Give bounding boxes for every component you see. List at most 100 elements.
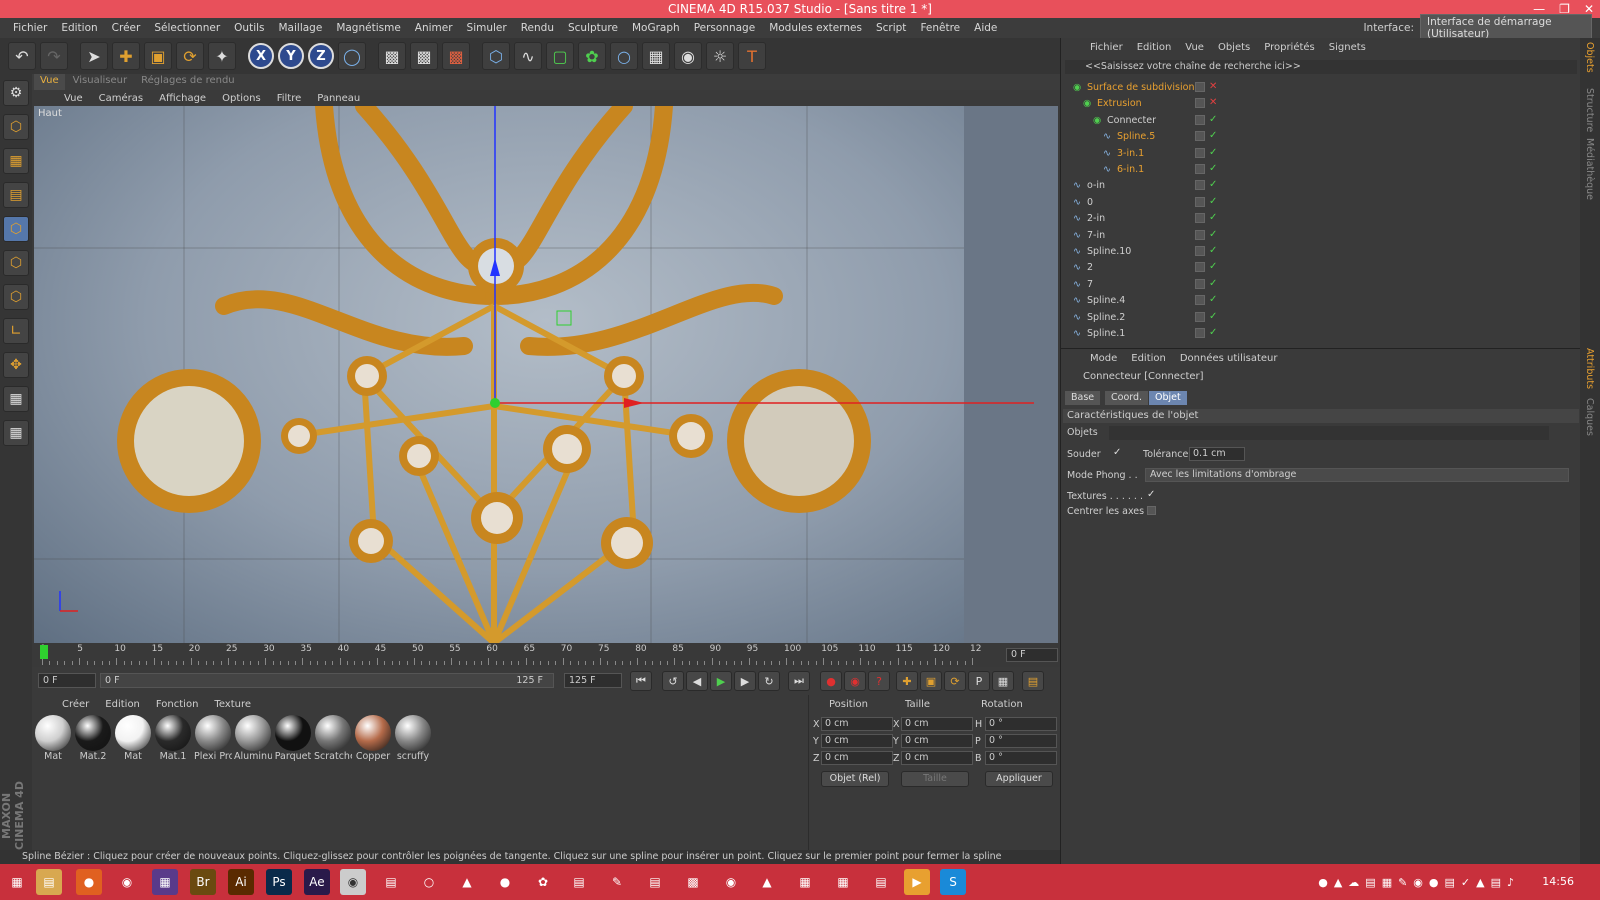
key-parameter-icon[interactable]: P: [968, 671, 990, 691]
app-icon-14[interactable]: ✿: [530, 869, 556, 895]
menu-rendu[interactable]: Rendu: [514, 22, 561, 34]
layer-icon[interactable]: [1195, 98, 1205, 109]
photoshop-icon[interactable]: Ps: [266, 869, 292, 895]
app-purple-icon[interactable]: ▦: [152, 869, 178, 895]
object-row[interactable]: ∿ Spline.10 ✓: [1061, 244, 1581, 260]
object-row[interactable]: ∿ 3-in.1 ✓: [1061, 146, 1581, 162]
matmenu-fonction[interactable]: Fonction: [148, 699, 207, 710]
layer-icon[interactable]: [1195, 180, 1205, 191]
array-icon[interactable]: ✿: [578, 42, 606, 70]
pos-x-field[interactable]: 0 cm: [821, 717, 893, 731]
om-menu-fichier[interactable]: Fichier: [1083, 42, 1130, 53]
undo-icon[interactable]: ↶: [8, 42, 36, 70]
key-rotation-icon[interactable]: ⟳: [944, 671, 966, 691]
strip-tab-structure[interactable]: Structure: [1584, 88, 1595, 132]
play-icon[interactable]: ▶: [710, 671, 732, 691]
viewmenu-panneau[interactable]: Panneau: [309, 93, 368, 104]
object-row[interactable]: ∿ 7 ✓: [1061, 277, 1581, 293]
enabled-check-icon[interactable]: ✓: [1209, 295, 1217, 305]
axis-mode-icon[interactable]: ∟: [3, 318, 29, 344]
app-icon-11[interactable]: ○: [416, 869, 442, 895]
enabled-check-icon[interactable]: ✓: [1209, 328, 1217, 338]
menu-creer[interactable]: Créer: [105, 22, 148, 34]
edges-mode-icon[interactable]: ⬡: [3, 250, 29, 276]
viewmenu-vue[interactable]: Vue: [56, 93, 91, 104]
layer-icon[interactable]: [1195, 213, 1205, 224]
layer-icon[interactable]: [1195, 147, 1205, 158]
end-frame-field[interactable]: 125 F: [564, 673, 622, 688]
strip-tab-mediatheque[interactable]: Médiathèque: [1584, 138, 1595, 200]
om-menu-objets[interactable]: Objets: [1211, 42, 1257, 53]
strip-tab-calques[interactable]: Calques: [1584, 398, 1595, 436]
x-axis-lock-icon[interactable]: X: [248, 43, 274, 69]
illustrator-icon[interactable]: Ai: [228, 869, 254, 895]
deformer-icon[interactable]: ○: [610, 42, 638, 70]
menu-sculpture[interactable]: Sculpture: [561, 22, 625, 34]
key-position-icon[interactable]: ✚: [896, 671, 918, 691]
app-icon-24[interactable]: ▶: [904, 869, 930, 895]
tolerance-field[interactable]: 0.1 cm: [1189, 447, 1245, 461]
layer-icon[interactable]: [1195, 114, 1205, 125]
at-menu-mode[interactable]: Mode: [1083, 353, 1124, 364]
playhead[interactable]: [40, 645, 48, 659]
z-axis-lock-icon[interactable]: Z: [308, 43, 334, 69]
menu-outils[interactable]: Outils: [227, 22, 271, 34]
menu-fenetre[interactable]: Fenêtre: [913, 22, 967, 34]
texture-mode-icon[interactable]: ▦: [3, 148, 29, 174]
strip-tab-objets[interactable]: Objets: [1584, 42, 1595, 73]
phong-dropdown[interactable]: Avec les limitations d'ombrage: [1145, 468, 1569, 482]
om-menu-signets[interactable]: Signets: [1322, 42, 1373, 53]
tab-coord[interactable]: Coord.: [1105, 391, 1149, 405]
enabled-check-icon[interactable]: ✓: [1209, 180, 1217, 190]
object-origin[interactable]: [490, 398, 500, 408]
enabled-check-icon[interactable]: ✓: [1209, 229, 1217, 240]
menu-edition[interactable]: Edition: [54, 22, 104, 34]
material-item[interactable]: Mat.2: [74, 715, 112, 762]
disabled-icon[interactable]: ✕: [1209, 82, 1217, 92]
object-search-input[interactable]: <<Saisissez votre chaîne de recherche ic…: [1065, 60, 1577, 74]
make-editable-icon[interactable]: ⚙: [3, 80, 29, 106]
size-mode-dropdown[interactable]: Taille: [901, 771, 969, 787]
rot-h-field[interactable]: 0 °: [985, 717, 1057, 731]
grid-lock-icon[interactable]: ▦: [3, 386, 29, 412]
viewmenu-cameras[interactable]: Caméras: [91, 93, 151, 104]
tab-objet[interactable]: Objet: [1149, 391, 1187, 405]
app-icon-16[interactable]: ✎: [604, 869, 630, 895]
app-icon-17[interactable]: ▤: [642, 869, 668, 895]
center-axes-checkbox[interactable]: [1147, 506, 1156, 515]
object-row[interactable]: ∿ Spline.2 ✓: [1061, 310, 1581, 326]
after-effects-icon[interactable]: Ae: [304, 869, 330, 895]
layer-icon[interactable]: [1195, 131, 1205, 142]
next-key-icon[interactable]: ↻: [758, 671, 780, 691]
souder-checkbox[interactable]: ✓: [1113, 447, 1121, 458]
layer-icon[interactable]: [1195, 262, 1205, 273]
menu-modules[interactable]: Modules externes: [762, 22, 869, 34]
menu-personnage[interactable]: Personnage: [687, 22, 763, 34]
pos-y-field[interactable]: 0 cm: [821, 734, 893, 748]
matmenu-edition[interactable]: Edition: [97, 699, 148, 710]
menu-simuler[interactable]: Simuler: [460, 22, 514, 34]
object-row[interactable]: ∿ 2 ✓: [1061, 260, 1581, 276]
layer-icon[interactable]: [1195, 164, 1205, 174]
firefox-icon[interactable]: ●: [76, 869, 102, 895]
at-menu-edition[interactable]: Edition: [1124, 353, 1173, 364]
enabled-check-icon[interactable]: ✓: [1209, 262, 1217, 272]
viewmenu-options[interactable]: Options: [214, 93, 269, 104]
app-icon-10[interactable]: ▤: [378, 869, 404, 895]
render-view-icon[interactable]: ▩: [378, 42, 406, 70]
soft-selection-icon[interactable]: ▦: [3, 420, 29, 446]
object-row[interactable]: ◉ Extrusion ✕: [1061, 96, 1581, 112]
tab-base[interactable]: Base: [1065, 391, 1101, 405]
previous-frame-icon[interactable]: ◀: [686, 671, 708, 691]
select-arrow-icon[interactable]: ➤: [80, 42, 108, 70]
object-row[interactable]: ∿ o-in ✓: [1061, 178, 1581, 194]
at-menu-userdata[interactable]: Données utilisateur: [1173, 353, 1285, 364]
layer-icon[interactable]: [1195, 196, 1205, 207]
enabled-check-icon[interactable]: ✓: [1209, 114, 1217, 125]
menu-aide[interactable]: Aide: [967, 22, 1004, 34]
cinema4d-icon[interactable]: ◉: [340, 869, 366, 895]
size-z-field[interactable]: 0 cm: [901, 751, 973, 765]
subdivision-icon[interactable]: ▢: [546, 42, 574, 70]
material-item[interactable]: Mat: [34, 715, 72, 762]
enabled-check-icon[interactable]: ✓: [1209, 131, 1217, 141]
